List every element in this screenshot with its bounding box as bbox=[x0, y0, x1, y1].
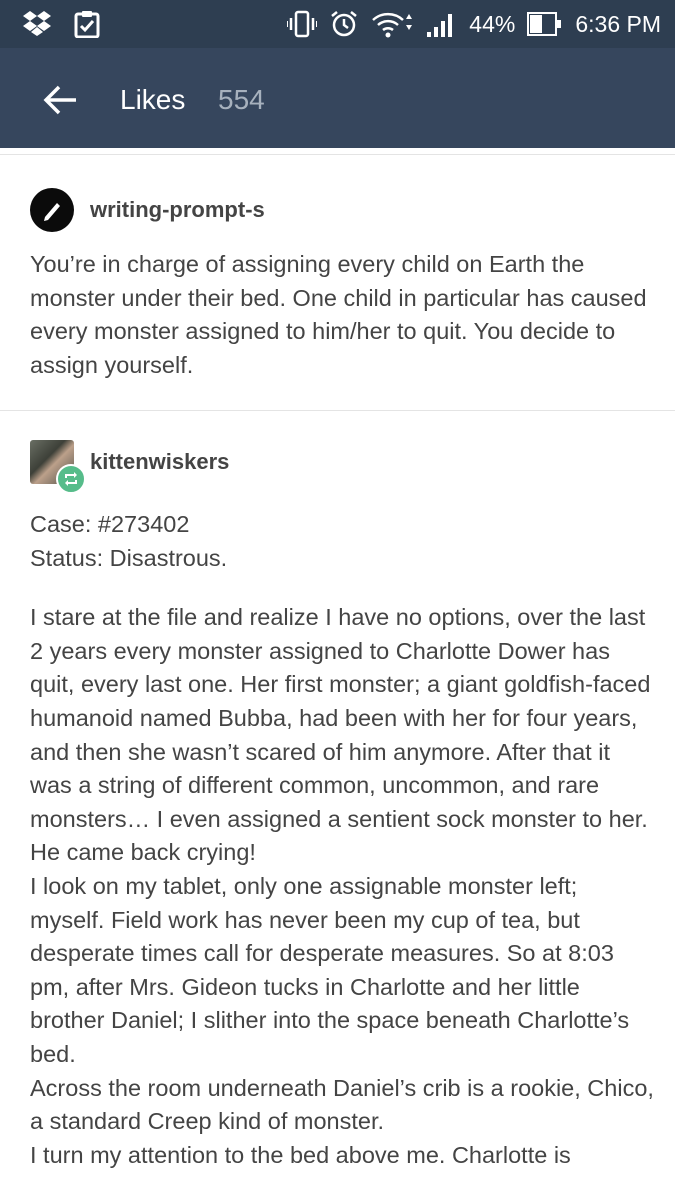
battery-icon bbox=[527, 11, 563, 37]
prompt-text: You’re in charge of assigning every chil… bbox=[30, 251, 647, 378]
status-bar: 44% 6:36 PM bbox=[0, 0, 675, 48]
avatar[interactable] bbox=[30, 188, 74, 232]
vibrate-icon bbox=[286, 10, 319, 38]
post-divider bbox=[0, 154, 675, 155]
back-button[interactable] bbox=[38, 78, 82, 122]
story-paragraph: Across the room underneath Daniel’s crib… bbox=[30, 1074, 654, 1135]
page-title: Likes bbox=[120, 84, 186, 115]
wifi-icon bbox=[371, 10, 413, 38]
alarm-icon bbox=[329, 10, 359, 38]
likes-count: 554 bbox=[218, 84, 265, 115]
post-body: You’re in charge of assigning every chil… bbox=[30, 248, 655, 382]
reblog-badge bbox=[56, 464, 86, 494]
signal-icon bbox=[425, 10, 457, 38]
story-paragraph: I look on my tablet, only one assignable… bbox=[30, 872, 630, 1067]
status-bar-left bbox=[22, 10, 100, 39]
avatar[interactable] bbox=[30, 440, 86, 494]
post-body: Case: #273402 Status: Disastrous. I star… bbox=[30, 508, 655, 1172]
likes-feed[interactable]: writing-prompt-s You’re in charge of ass… bbox=[0, 148, 675, 1200]
app-bar: Likes 554 bbox=[0, 48, 675, 148]
back-arrow-icon bbox=[43, 85, 76, 115]
post-divider bbox=[0, 410, 675, 411]
status-line: Status: Disastrous. bbox=[30, 544, 228, 571]
battery-percent: 44% bbox=[469, 11, 516, 37]
reblog-icon bbox=[65, 472, 77, 486]
dropbox-icon bbox=[22, 11, 52, 37]
post-header: kittenwiskers bbox=[30, 440, 229, 494]
story-paragraph: I stare at the file and realize I have n… bbox=[30, 604, 651, 866]
clock: 6:36 PM bbox=[575, 11, 661, 37]
status-bar-right: 44% 6:36 PM bbox=[286, 10, 661, 38]
case-line: Case: #273402 bbox=[30, 511, 190, 537]
story-paragraph: I turn my attention to the bed above me.… bbox=[30, 1141, 571, 1168]
blog-name[interactable]: writing-prompt-s bbox=[90, 197, 265, 223]
clipboard-check-icon bbox=[74, 10, 100, 39]
post-header: writing-prompt-s bbox=[30, 188, 265, 232]
blog-name[interactable]: kittenwiskers bbox=[90, 449, 229, 475]
pen-icon bbox=[44, 203, 60, 221]
